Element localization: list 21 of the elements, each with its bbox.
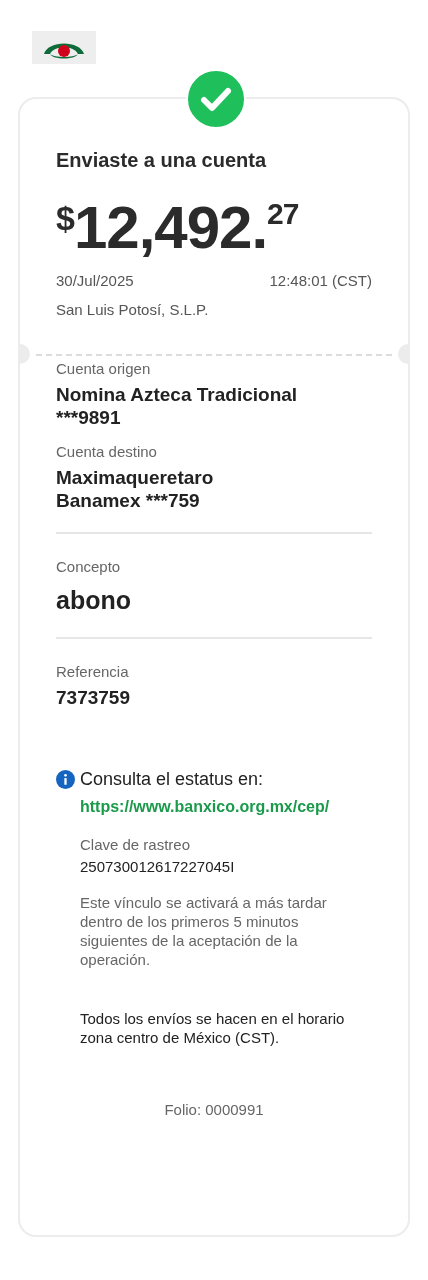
tracking-code: 250730012617227045I (80, 858, 236, 875)
status-link[interactable]: https://www.banxico.org.mx/cep/ (80, 798, 330, 816)
time: 12:48:01 (CST) (269, 272, 372, 289)
date: 30/Jul/2025 (56, 272, 134, 289)
field-value: Nomina Azteca Tradicional ***9891 (56, 383, 299, 429)
field-label: Cuenta origen (56, 360, 152, 377)
field-label: Concepto (56, 558, 122, 575)
amount: $^{$}$12,492.$^{27}$ (56, 193, 300, 262)
receipt-title: Enviaste a una cuenta (56, 149, 268, 172)
status-title: Consulta el estatus en: (80, 769, 264, 790)
location: San Luis Potosí, S.L.P. (56, 301, 210, 318)
field-label: Cuenta destino (56, 443, 158, 460)
schedule-note: Todos los envíos se hacen en el horario zona centro de México (CST). (80, 1009, 346, 1047)
field-label: Referencia (56, 663, 130, 680)
field-value: Maximaqueretaro Banamex ***759 (56, 466, 215, 512)
folio-number: Folio: 0000991 (163, 1101, 265, 1118)
activation-note: Este vínculo se activará a más tardar dentro de los primeros 5 minutos siguientes de la aceptación de la operación. (80, 893, 328, 969)
field-value: abono (56, 585, 132, 615)
tracking-label: Clave de rastreo (80, 836, 192, 853)
info-icon (56, 770, 75, 789)
field-value: 7373759 (56, 686, 131, 709)
